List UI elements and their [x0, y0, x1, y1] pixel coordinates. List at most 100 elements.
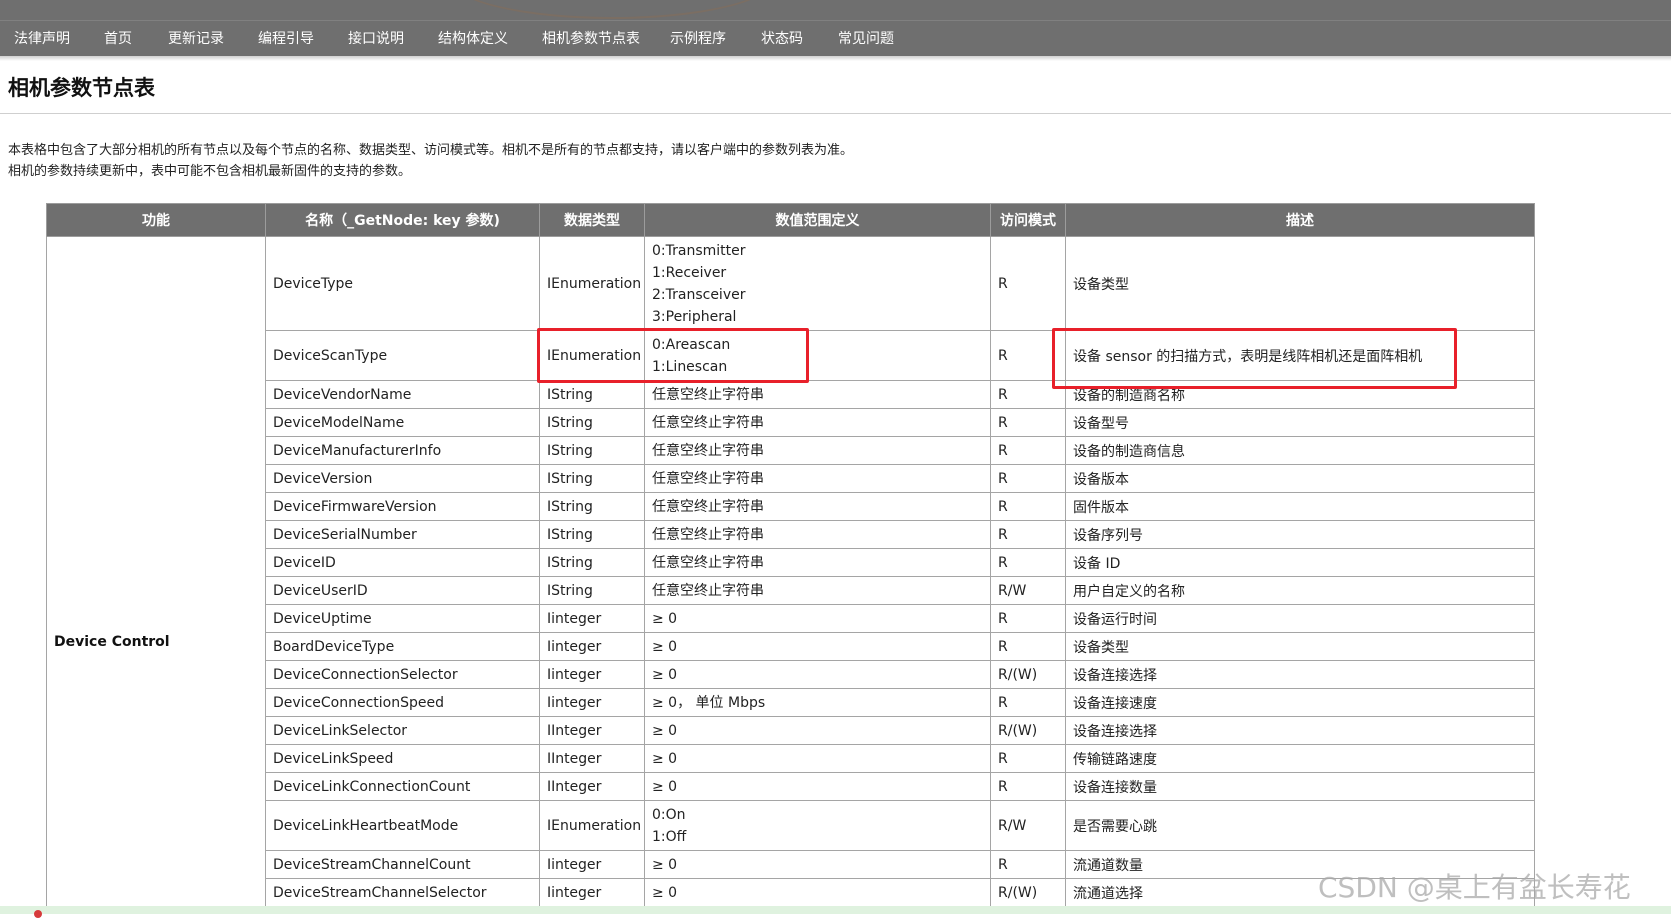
description-cell: 设备的制造商信息 — [1065, 436, 1535, 465]
bottom-strip — [0, 906, 1671, 914]
nav-item-faq[interactable]: 常见问题 — [838, 21, 894, 57]
nav-item-api[interactable]: 接口说明 — [348, 21, 404, 57]
data-type-cell: IString — [539, 436, 645, 465]
table-row: DeviceID IString 任意空终止字符串 R 设备 ID — [47, 548, 1535, 577]
value-range-line: 任意空终止字符串 — [652, 526, 764, 543]
value-range-line: 任意空终止字符串 — [652, 442, 764, 459]
value-range-line: ≥ 0 — [652, 610, 678, 627]
value-range-line: ≥ 0 — [652, 750, 678, 767]
nav-item-camera-params[interactable]: 相机参数节点表 — [542, 21, 640, 57]
table-row: DeviceFirmwareVersion IString 任意空终止字符串 R 固件版… — [47, 492, 1535, 521]
param-name-cell: DeviceVendorName — [265, 380, 540, 409]
table-row: DeviceLinkHeartbeatMode IEnumeration 0:On 1… — [47, 800, 1535, 851]
data-type-cell: Iinteger — [539, 878, 645, 907]
page-title: 相机参数节点表 — [8, 76, 155, 100]
value-range-cell: 任意空终止字符串 — [644, 436, 991, 465]
access-mode-cell: R/(W) — [990, 660, 1066, 689]
top-banner — [0, 0, 1671, 20]
value-range-line: ≥ 0 — [652, 638, 678, 655]
access-mode-cell: R — [990, 632, 1066, 661]
header-value-range: 数值范围定义 — [644, 203, 991, 237]
value-range-cell: ≥ 0 — [644, 878, 991, 907]
table-row: DeviceLinkSpeed IInteger ≥ 0 R 传输链路速度 — [47, 744, 1535, 773]
nav-item-changelog[interactable]: 更新记录 — [168, 21, 224, 57]
value-range-line: 任意空终止字符串 — [652, 414, 764, 431]
nav-item-structs[interactable]: 结构体定义 — [438, 21, 508, 57]
header-data-type: 数据类型 — [539, 203, 645, 237]
data-type-cell: IString — [539, 408, 645, 437]
param-name-cell: DeviceStreamChannelSelector — [265, 878, 540, 907]
data-type-cell: IString — [539, 464, 645, 493]
param-name-cell: DeviceConnectionSpeed — [265, 688, 540, 717]
table-row: DeviceModelName IString 任意空终止字符串 R 设备型号 — [47, 408, 1535, 437]
value-range-cell: ≥ 0， 单位 Mbps — [644, 688, 991, 717]
table-row: DeviceUserID IString 任意空终止字符串 R/W 用户自定义的名称 — [47, 576, 1535, 605]
param-name-cell: DeviceConnectionSelector — [265, 660, 540, 689]
table-row: DeviceSerialNumber IString 任意空终止字符串 R 设备序列号 — [47, 520, 1535, 549]
param-name-cell: DeviceFirmwareVersion — [265, 492, 540, 521]
description-cell: 用户自定义的名称 — [1065, 576, 1535, 605]
param-name-cell: DeviceLinkHeartbeatMode — [265, 800, 540, 851]
value-range-line: 1:Off — [652, 828, 687, 845]
value-range-cell: 0:Transmitter 1:Receiver 2:Transceiver 3:Pe… — [644, 236, 991, 331]
table-row: BoardDeviceType Iinteger ≥ 0 R 设备类型 — [47, 632, 1535, 661]
param-name-cell: DeviceStreamChannelCount — [265, 850, 540, 879]
table-row: DeviceStreamChannelSelector Iinteger ≥ 0 R/… — [47, 878, 1535, 907]
intro-line-2: 相机的参数持续更新中，表中可能不包含相机最新固件的支持的参数。 — [8, 164, 412, 179]
table-row: DeviceLinkSelector IInteger ≥ 0 R/(W) 设备连接选择 — [47, 716, 1535, 745]
value-range-line: 任意空终止字符串 — [652, 582, 764, 599]
value-range-cell: ≥ 0 — [644, 632, 991, 661]
value-range-cell: ≥ 0 — [644, 716, 991, 745]
value-range-cell: 任意空终止字符串 — [644, 492, 991, 521]
camera-params-table: 功能 名称（_GetNode: key 参数) 数据类型 数值范围定义 访问模式… — [46, 203, 1535, 907]
access-mode-cell: R — [990, 744, 1066, 773]
value-range-cell: ≥ 0 — [644, 850, 991, 879]
nav-item-home[interactable]: 首页 — [104, 21, 132, 57]
value-range-line: ≥ 0 — [652, 884, 678, 901]
nav-item-examples[interactable]: 示例程序 — [670, 21, 726, 57]
data-type-cell: IEnumeration — [539, 800, 645, 851]
value-range-line: ≥ 0 — [652, 856, 678, 873]
param-name-cell: DeviceModelName — [265, 408, 540, 437]
param-name-cell: DeviceScanType — [265, 330, 540, 381]
nav-item-legal[interactable]: 法律声明 — [14, 21, 70, 57]
table-header-row: 功能 名称（_GetNode: key 参数) 数据类型 数值范围定义 访问模式… — [46, 203, 1535, 237]
data-type-cell: IString — [539, 576, 645, 605]
param-name-cell: DeviceUserID — [265, 576, 540, 605]
description-cell: 设备型号 — [1065, 408, 1535, 437]
description-cell: 设备类型 — [1065, 236, 1535, 331]
value-range-line: ≥ 0， 单位 Mbps — [652, 694, 766, 711]
value-range-cell: 0:On 1:Off — [644, 800, 991, 851]
access-mode-cell: R/W — [990, 576, 1066, 605]
value-range-line: 0:On — [652, 806, 686, 823]
description-cell: 设备序列号 — [1065, 520, 1535, 549]
description-cell: 设备运行时间 — [1065, 604, 1535, 633]
header-function: 功能 — [46, 203, 266, 237]
value-range-cell: ≥ 0 — [644, 772, 991, 801]
watermark: CSDN @桌上有盆长寿花 — [1318, 871, 1631, 904]
param-name-cell: DeviceSerialNumber — [265, 520, 540, 549]
value-range-line: 0:Transmitter — [652, 242, 746, 259]
access-mode-cell: R — [990, 436, 1066, 465]
access-mode-cell: R — [990, 236, 1066, 331]
param-name-cell: DeviceType — [265, 236, 540, 331]
data-type-cell: IString — [539, 492, 645, 521]
value-range-cell: ≥ 0 — [644, 660, 991, 689]
value-range-cell: ≥ 0 — [644, 744, 991, 773]
param-name-cell: BoardDeviceType — [265, 632, 540, 661]
value-range-line: ≥ 0 — [652, 722, 678, 739]
table-row: DeviceUptime Iinteger ≥ 0 R 设备运行时间 — [47, 604, 1535, 633]
access-mode-cell: R — [990, 688, 1066, 717]
value-range-line: 1:Receiver — [652, 264, 727, 281]
table-row: DeviceVersion IString 任意空终止字符串 R 设备版本 — [47, 464, 1535, 493]
value-range-line: 任意空终止字符串 — [652, 498, 764, 515]
main-nav: 法律声明 首页 更新记录 编程引导 接口说明 结构体定义 相机参数节点表 示例程… — [0, 20, 1671, 57]
description-cell: 设备 ID — [1065, 548, 1535, 577]
table-row: DeviceConnectionSpeed Iinteger ≥ 0， 单位 Mbp… — [47, 688, 1535, 717]
nav-item-status-codes[interactable]: 状态码 — [761, 21, 803, 57]
nav-item-programming-guide[interactable]: 编程引导 — [258, 21, 314, 57]
table-row: Device Control DeviceType IEnumeration 0:Tr… — [46, 236, 1535, 907]
description-cell: 设备连接速度 — [1065, 688, 1535, 717]
data-type-cell: IInteger — [539, 716, 645, 745]
value-range-line: 2:Transceiver — [652, 286, 746, 303]
